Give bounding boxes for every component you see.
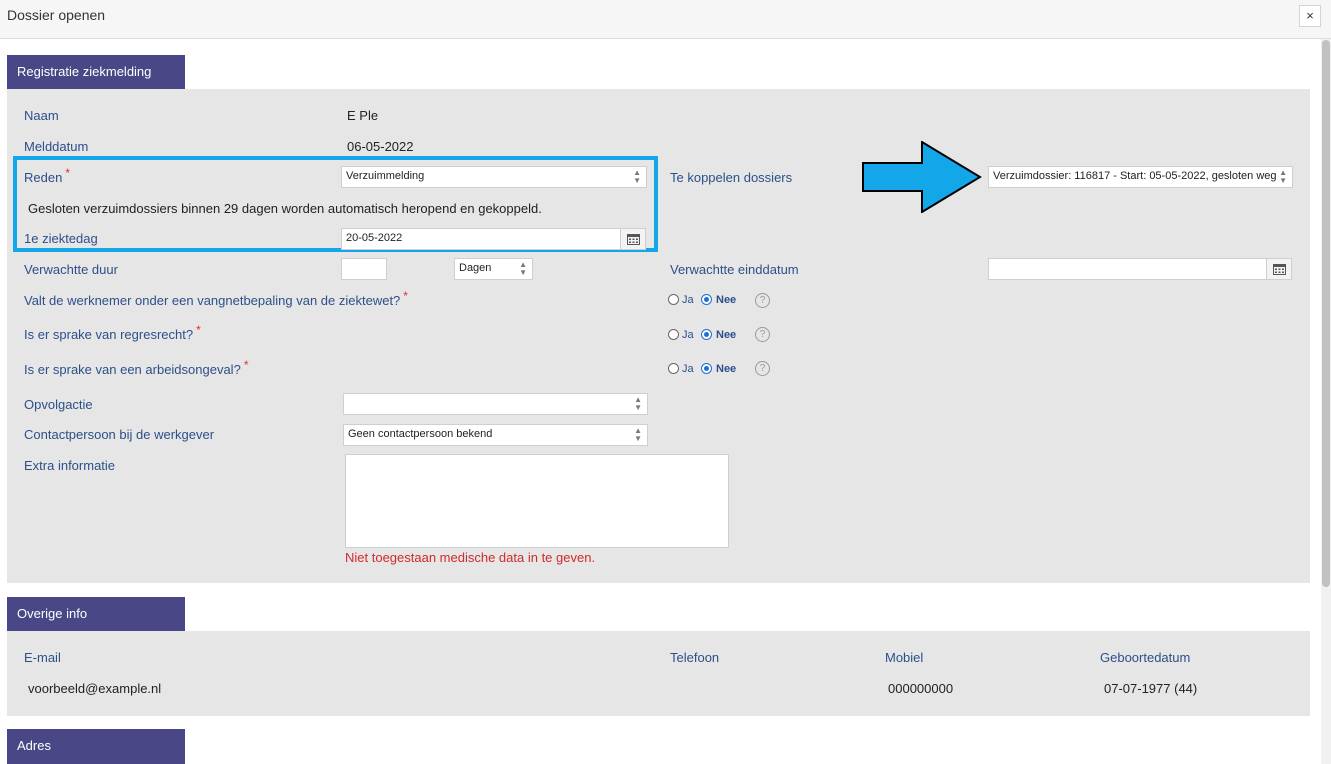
warning-text: Niet toegestaan medische data in te geve… — [345, 550, 596, 565]
help-icon[interactable]: ? — [755, 327, 770, 342]
calendar-button[interactable] — [620, 228, 646, 250]
calendar-icon — [627, 234, 640, 245]
ja-label: Ja — [682, 329, 694, 341]
regres-ja-radio[interactable] — [668, 329, 679, 340]
geboortedatum-label: Geboortedatum — [1100, 650, 1191, 665]
help-icon[interactable]: ? — [755, 361, 770, 376]
melddatum-value: 06-05-2022 — [347, 139, 414, 154]
contactpersoon-value: Geen contactpersoon bekend — [348, 428, 493, 440]
telefoon-label: Telefoon — [670, 650, 720, 665]
duur-unit-value: Dagen — [459, 262, 492, 274]
arbeidsongeval-label: Is er sprake van een arbeidsongeval? * — [24, 358, 249, 377]
nee-label: Nee — [716, 363, 737, 375]
einddatum-label: Verwachtte einddatum — [670, 262, 799, 277]
mobiel-value: 000000000 — [888, 681, 954, 696]
select-arrows-icon: ▲ ▼ — [633, 168, 641, 185]
dialog-titlebar: Dossier openen × — [0, 0, 1331, 39]
required-marker: * — [403, 289, 408, 303]
section-header-overige: Overige info — [7, 597, 185, 631]
koppelen-select-value: Verzuimdossier: 116817 - Start: 05-05-20… — [993, 170, 1277, 182]
email-label: E-mail — [24, 650, 61, 665]
mobiel-label: Mobiel — [885, 650, 924, 665]
ziektedag-input[interactable]: 20-05-2022 — [341, 228, 621, 250]
contactpersoon-label: Contactpersoon bij de werkgever — [24, 427, 215, 442]
naam-value: E Ple — [347, 108, 379, 123]
arbeidsongeval-nee-radio[interactable] — [701, 363, 712, 374]
info-text: Gesloten verzuimdossiers binnen 29 dagen… — [28, 201, 542, 216]
opvolgactie-label: Opvolgactie — [24, 397, 93, 412]
dialog-title: Dossier openen — [7, 7, 106, 23]
extra-label: Extra informatie — [24, 458, 116, 473]
contactpersoon-select[interactable]: Geen contactpersoon bekend ▲ ▼ — [343, 424, 648, 446]
close-button[interactable]: × — [1299, 5, 1321, 27]
calendar-icon — [1273, 264, 1286, 275]
ziektedag-label: 1e ziektedag — [24, 231, 98, 246]
duur-input[interactable] — [341, 258, 387, 280]
koppelen-select[interactable]: Verzuimdossier: 116817 - Start: 05-05-20… — [988, 166, 1293, 188]
vangnet-nee-radio[interactable] — [701, 294, 712, 305]
select-arrows-icon: ▲ ▼ — [1279, 168, 1287, 185]
arbeidsongeval-ja-radio[interactable] — [668, 363, 679, 374]
regres-label: Is er sprake van regresrecht? * — [24, 323, 201, 342]
koppelen-label: Te koppelen dossiers — [670, 170, 793, 185]
opvolgactie-select[interactable]: ▲ ▼ — [343, 393, 648, 415]
nee-label: Nee — [716, 329, 737, 341]
email-value: voorbeeld@example.nl — [28, 681, 162, 696]
regres-nee-radio[interactable] — [701, 329, 712, 340]
overige-panel — [7, 631, 1310, 716]
required-marker: * — [196, 323, 201, 337]
select-arrows-icon: ▲ ▼ — [634, 395, 642, 412]
vangnet-label: Valt de werknemer onder een vangnetbepal… — [24, 289, 408, 308]
reden-select-value: Verzuimmelding — [346, 170, 425, 182]
required-marker: * — [65, 166, 70, 180]
select-arrows-icon: ▲ ▼ — [519, 260, 527, 277]
duur-unit-select[interactable]: Dagen ▲ ▼ — [454, 258, 533, 280]
extra-textarea[interactable] — [345, 454, 729, 548]
nee-label: Nee — [716, 294, 737, 306]
required-marker: * — [243, 358, 249, 372]
section-header-adres: Adres — [7, 729, 185, 764]
select-arrows-icon: ▲ ▼ — [634, 426, 642, 443]
help-icon[interactable]: ? — [755, 293, 770, 308]
naam-label: Naam — [24, 108, 59, 123]
calendar-button[interactable] — [1266, 258, 1292, 280]
geboortedatum-value: 07-07-1977 (44) — [1104, 681, 1198, 696]
arrow-right-icon — [862, 141, 982, 213]
melddatum-label: Melddatum — [24, 139, 89, 154]
section-header-registratie: Registratie ziekmelding — [7, 55, 185, 89]
scrollbar-thumb[interactable] — [1322, 40, 1330, 587]
vangnet-ja-radio[interactable] — [668, 294, 679, 305]
einddatum-input[interactable] — [988, 258, 1267, 280]
duur-label: Verwachtte duur — [24, 262, 118, 277]
ja-label: Ja — [682, 363, 694, 375]
ja-label: Ja — [682, 294, 694, 306]
reden-select[interactable]: Verzuimmelding ▲ ▼ — [341, 166, 647, 188]
reden-label: Reden * — [24, 166, 70, 185]
